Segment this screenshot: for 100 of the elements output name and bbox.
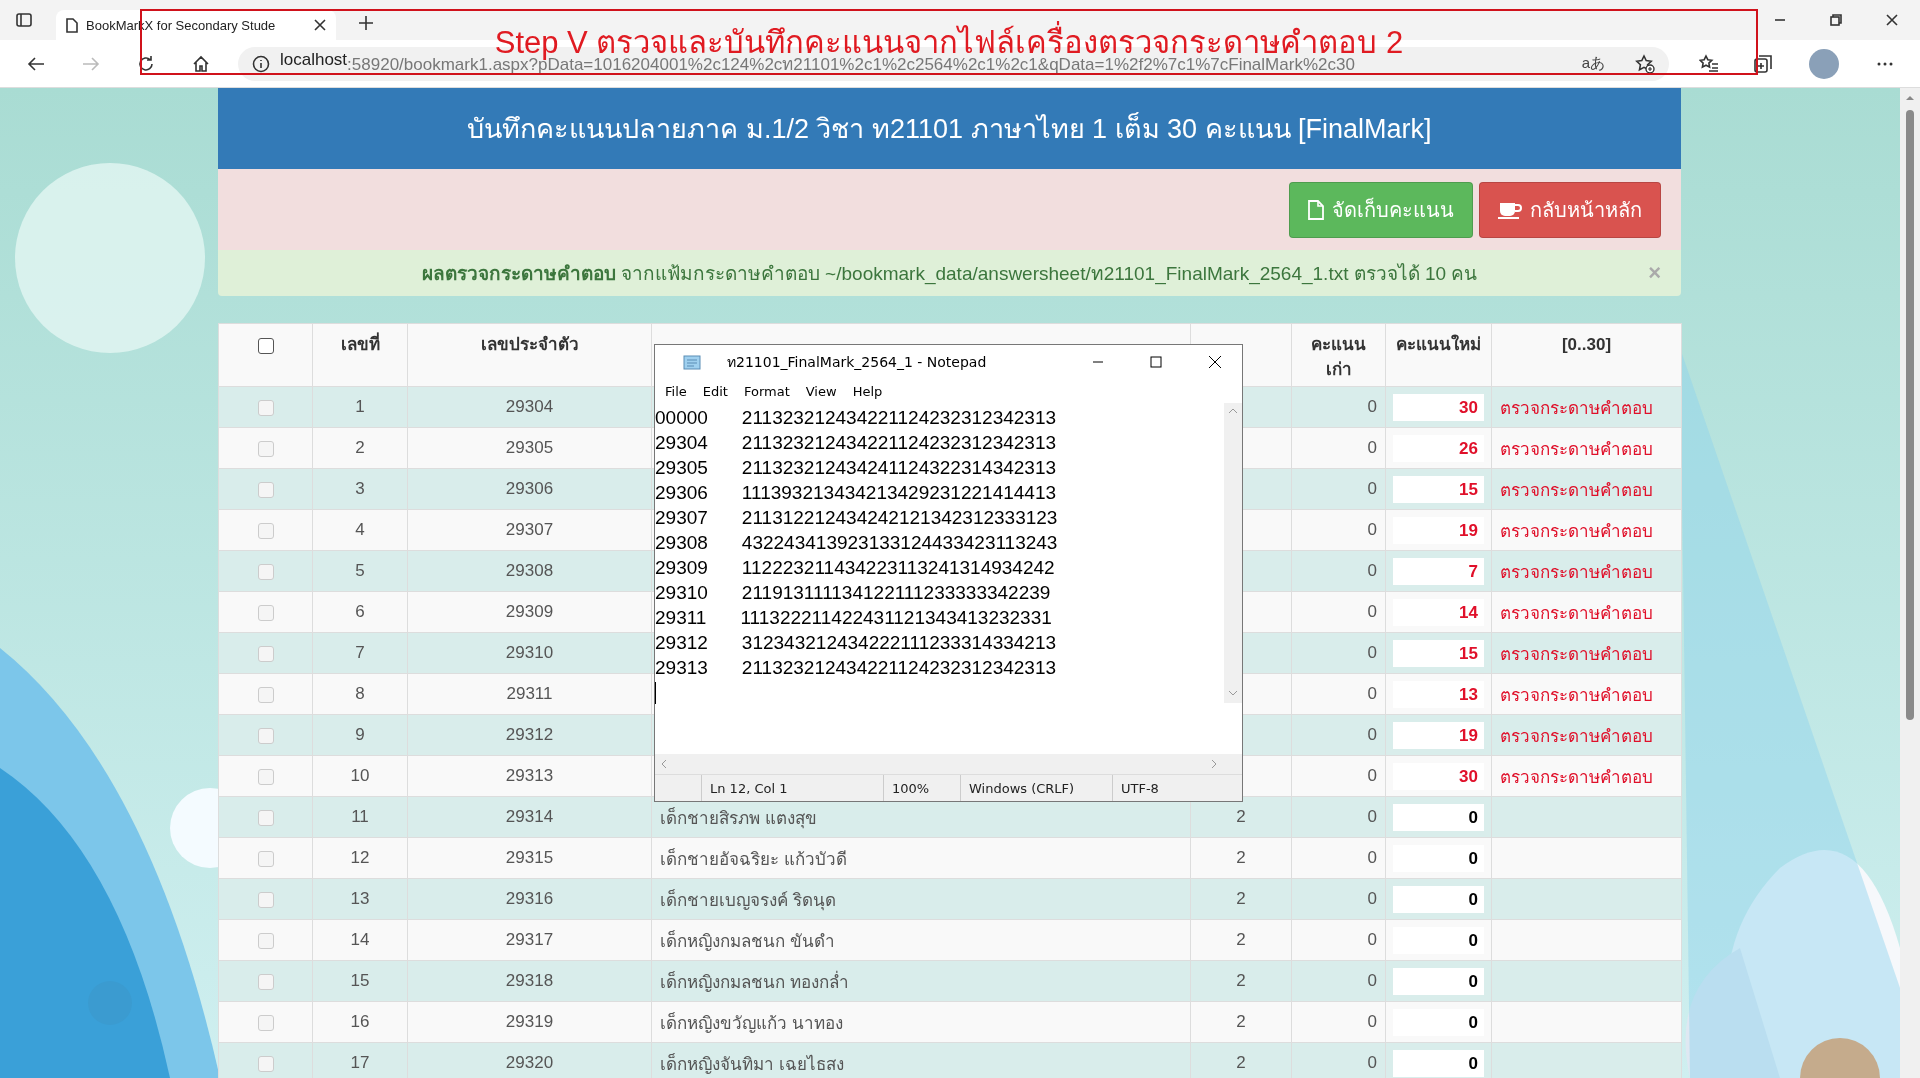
row-checkbox[interactable] xyxy=(257,727,274,744)
row-checkbox[interactable] xyxy=(257,932,274,949)
room-number: 2 xyxy=(1236,807,1246,826)
close-icon[interactable] xyxy=(314,19,326,31)
profile-avatar[interactable] xyxy=(1809,48,1839,79)
row-checkbox[interactable] xyxy=(257,645,274,662)
add-favorite-icon[interactable] xyxy=(1635,53,1655,74)
old-score: 0 xyxy=(1367,1012,1377,1031)
read-aloud-icon[interactable]: aあ xyxy=(1581,54,1605,73)
row-checkbox[interactable] xyxy=(257,891,274,908)
forward-icon[interactable] xyxy=(81,54,100,73)
row-number: 4 xyxy=(355,520,365,539)
student-id: 29313 xyxy=(505,766,554,785)
record-id: 00000 xyxy=(655,406,708,430)
student-id: 29312 xyxy=(505,725,554,744)
student-name: เด็กชายสิรภพ แตงสุข xyxy=(660,808,817,828)
alert-message: ผลตรวจกระดาษคำตอบ จากแฟ้มกระดาษคำตอบ ~/bookmark_data/answersheet/ท21101_FinalMark_2564_1.txt ตรวจได้ 10 คน xyxy=(421,262,1478,287)
answer-string: 211323212434241124322314342313 xyxy=(741,456,1057,480)
old-score: 0 xyxy=(1367,520,1377,539)
score-field[interactable]: 0 xyxy=(1393,803,1484,831)
vertical-scrollbar[interactable] xyxy=(1224,403,1242,703)
record-id: 29306 xyxy=(655,481,708,505)
row-checkbox[interactable] xyxy=(257,686,274,703)
scrollbar[interactable] xyxy=(1900,88,1920,1078)
status-text: Ln 12, Col 1 xyxy=(701,775,883,801)
column-header: คะแนนเก่า xyxy=(1311,335,1366,379)
score-field[interactable]: 0 xyxy=(1393,885,1484,913)
answer-string: 111393213434213429231221414413 xyxy=(741,481,1057,505)
tab-actions-icon[interactable] xyxy=(16,13,32,27)
row-number: 10 xyxy=(350,766,370,785)
score-field[interactable]: 19 xyxy=(1393,721,1484,749)
row-checkbox[interactable] xyxy=(257,522,274,539)
menu-item[interactable]: View xyxy=(799,383,843,399)
score-field[interactable]: 0 xyxy=(1393,926,1484,954)
row-checkbox[interactable] xyxy=(257,563,274,580)
row-checkbox[interactable] xyxy=(257,850,274,867)
student-id: 29306 xyxy=(505,479,554,498)
select-all-checkbox[interactable] xyxy=(257,337,274,354)
new-tab-icon[interactable] xyxy=(358,15,374,31)
score-field[interactable]: 0 xyxy=(1393,1049,1484,1077)
status-text: 100% xyxy=(883,775,960,801)
back-icon[interactable] xyxy=(26,54,45,73)
window-title: ท21101_FinalMark_2564_1 - Notepad xyxy=(727,353,988,372)
old-score: 0 xyxy=(1367,889,1377,908)
maximize-icon[interactable] xyxy=(1150,356,1162,368)
favorites-icon[interactable] xyxy=(1698,53,1719,74)
row-checkbox[interactable] xyxy=(257,399,274,416)
menu-item[interactable]: File xyxy=(659,383,693,399)
score-field[interactable]: 0 xyxy=(1393,967,1484,995)
student-id: 29319 xyxy=(505,1012,554,1031)
score-field[interactable]: 30 xyxy=(1393,393,1484,421)
score-field[interactable]: 15 xyxy=(1393,639,1484,667)
student-name: เด็กชายเบญจรงค์ ริดนุด xyxy=(660,890,836,910)
record-id: 29308 xyxy=(655,531,708,555)
menu-item[interactable]: Help xyxy=(846,383,889,399)
score-field[interactable]: 15 xyxy=(1393,475,1484,503)
answer-string: 211323212434221124232312342313 xyxy=(741,431,1057,455)
row-number: 9 xyxy=(355,725,365,744)
column-header: เลขประจำตัว xyxy=(480,335,579,354)
row-checkbox[interactable] xyxy=(257,481,274,498)
student-name: เด็กหญิงจันทิมา เฉยไธสง xyxy=(660,1054,844,1074)
row-number: 17 xyxy=(350,1053,370,1072)
score-field[interactable]: 14 xyxy=(1393,598,1484,626)
page-title: บันทึกคะแนนปลายภาค ม.1/2 วิชา ท21101 ภาษาไทย 1 เต็ม 30 คะแนน [FinalMark] xyxy=(218,88,1681,169)
record-id: 29311 xyxy=(655,606,707,630)
refresh-icon[interactable] xyxy=(136,54,155,73)
score-field[interactable]: 0 xyxy=(1393,844,1484,872)
room-number: 2 xyxy=(1236,1012,1246,1031)
home-icon[interactable] xyxy=(191,54,210,73)
save-button[interactable]: จัดเก็บคะแนน xyxy=(1289,181,1473,238)
score-field[interactable]: 0 xyxy=(1393,1008,1484,1036)
horizontal-scrollbar[interactable] xyxy=(655,754,1242,774)
record-id: 29310 xyxy=(655,581,708,605)
row-checkbox[interactable] xyxy=(257,768,274,785)
restore-icon[interactable] xyxy=(1830,14,1842,26)
student-id: 29316 xyxy=(505,889,554,908)
row-checkbox[interactable] xyxy=(257,973,274,990)
old-score: 0 xyxy=(1367,643,1377,662)
answer-string: 211323212434221124232312342313 xyxy=(741,656,1057,680)
close-icon[interactable] xyxy=(1208,355,1222,369)
menu-item[interactable]: Edit xyxy=(696,383,734,399)
row-checkbox[interactable] xyxy=(257,1014,274,1031)
record-id: 29305 xyxy=(655,456,708,480)
row-number: 8 xyxy=(355,684,365,703)
score-field[interactable]: 26 xyxy=(1393,434,1484,462)
score-field[interactable]: 19 xyxy=(1393,516,1484,544)
score-field[interactable]: 30 xyxy=(1393,762,1484,790)
row-checkbox[interactable] xyxy=(257,1055,274,1072)
menu-item[interactable]: Format xyxy=(737,383,796,399)
row-checkbox[interactable] xyxy=(257,809,274,826)
student-id: 29308 xyxy=(505,561,554,580)
info-icon xyxy=(252,54,270,73)
score-field[interactable]: 13 xyxy=(1393,680,1484,708)
row-checkbox[interactable] xyxy=(257,604,274,621)
home-button[interactable]: กลับหน้าหลัก xyxy=(1479,181,1661,238)
answer-string: 211312212434242121342312333123 xyxy=(741,506,1058,530)
row-checkbox[interactable] xyxy=(257,440,274,457)
collections-icon[interactable] xyxy=(1753,53,1774,74)
score-field[interactable]: 7 xyxy=(1393,557,1484,585)
close-icon[interactable] xyxy=(1886,14,1898,26)
